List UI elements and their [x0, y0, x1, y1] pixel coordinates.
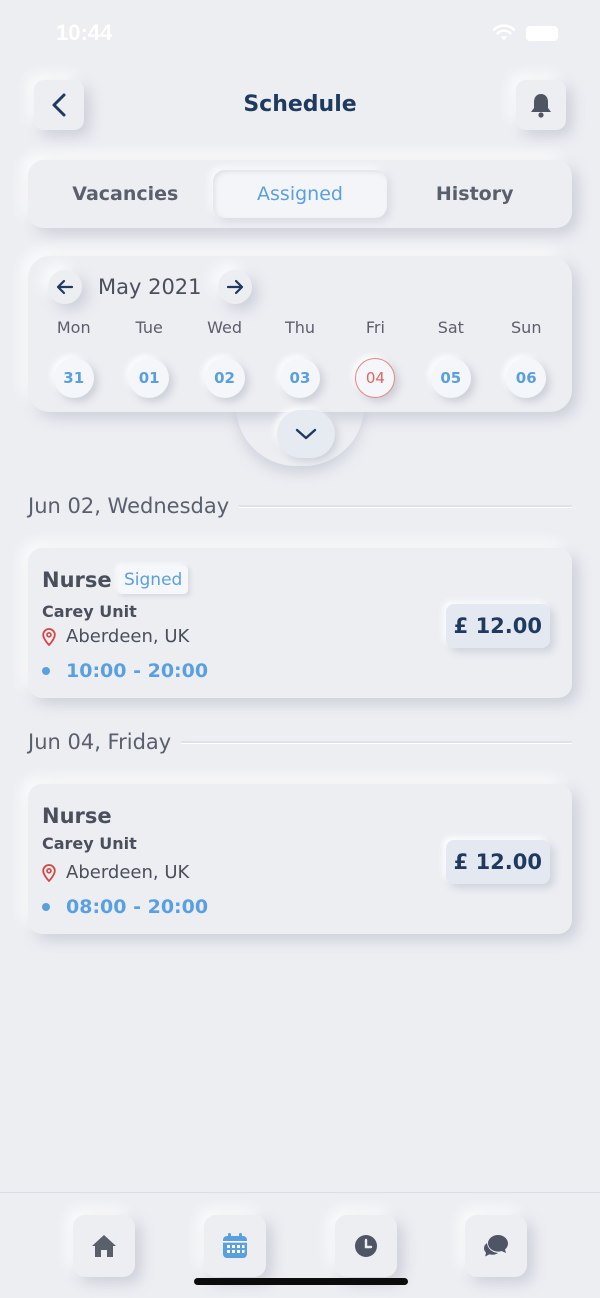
day-name: Thu [284, 318, 315, 337]
section-date-title: Jun 04, Friday [28, 730, 172, 754]
day-name: Tue [135, 318, 163, 337]
day-list: Mon 31 Tue 01 Wed 02 Thu 03 Fri 04 Sat 0… [28, 318, 572, 398]
price-badge: £ 12.00 [445, 840, 550, 884]
day-fri[interactable]: Fri 04 [338, 318, 413, 398]
tab-history[interactable]: History [387, 170, 562, 218]
time-dot [42, 903, 50, 911]
status-badge: Signed [118, 566, 189, 594]
bell-icon [531, 94, 551, 118]
shift-card[interactable]: Nurse Signed Carey Unit Aberdeen, UK 10:… [28, 548, 572, 698]
page-title: Schedule [243, 92, 357, 117]
divider [239, 505, 572, 507]
day-number[interactable]: 02 [204, 358, 245, 398]
location-text: Aberdeen, UK [66, 862, 190, 883]
day-number[interactable]: 03 [279, 358, 320, 398]
day-name: Wed [207, 318, 242, 337]
location-text: Aberdeen, UK [66, 626, 190, 647]
shift-time: 08:00 - 20:00 [66, 896, 209, 918]
next-month-button[interactable] [217, 270, 252, 304]
day-thu[interactable]: Thu 03 [262, 318, 337, 398]
nav-history[interactable] [335, 1215, 397, 1277]
day-number[interactable]: 05 [430, 358, 471, 398]
day-number[interactable]: 06 [506, 358, 547, 398]
wifi-icon [492, 24, 516, 41]
month-row: May 2021 [48, 270, 252, 304]
status-time: 10:44 [56, 20, 113, 45]
tab-assigned[interactable]: Assigned [212, 170, 388, 218]
nav-schedule[interactable] [204, 1215, 266, 1277]
prev-month-button[interactable] [48, 270, 82, 304]
job-title: Nurse [42, 568, 112, 592]
day-name: Sat [437, 318, 464, 337]
nav-home[interactable] [73, 1215, 135, 1277]
location-pin-icon [42, 627, 56, 646]
day-name: Mon [56, 318, 91, 337]
battery-icon [526, 25, 558, 41]
calendar-icon [223, 1233, 247, 1258]
time-row: 08:00 - 20:00 [42, 896, 208, 918]
arrow-right-icon [226, 279, 243, 295]
home-icon [92, 1235, 116, 1257]
time-row: 10:00 - 20:00 [42, 660, 208, 682]
time-dot [42, 667, 50, 675]
job-title: Nurse [42, 804, 112, 828]
nav-messages[interactable] [465, 1215, 527, 1277]
day-tue[interactable]: Tue 01 [111, 318, 186, 398]
home-indicator [194, 1278, 408, 1285]
schedule-tabs: Vacancies Assigned History [28, 160, 572, 228]
location-row: Aberdeen, UK [42, 626, 189, 647]
unit-name: Carey Unit [42, 834, 137, 853]
month-label: May 2021 [98, 275, 202, 299]
price-badge: £ 12.00 [445, 604, 550, 648]
section-date-title: Jun 02, Wednesday [28, 494, 230, 518]
day-mon[interactable]: Mon 31 [36, 318, 111, 398]
location-pin-icon [42, 863, 56, 882]
notifications-button[interactable] [516, 80, 566, 130]
week-calendar: May 2021 Mon 31 Tue 01 Wed 02 Thu 03 Fri… [28, 256, 572, 412]
header: Schedule [0, 80, 600, 134]
day-number-selected[interactable]: 04 [355, 358, 396, 398]
location-row: Aberdeen, UK [42, 862, 189, 883]
arrow-left-icon [56, 279, 74, 295]
chevron-down-icon [295, 428, 317, 440]
day-sun[interactable]: Sun 06 [489, 318, 564, 398]
date-section-header: Jun 02, Wednesday [28, 494, 572, 518]
clock-icon [355, 1235, 377, 1257]
day-name: Sun [511, 318, 542, 337]
day-sat[interactable]: Sat 05 [413, 318, 488, 398]
unit-name: Carey Unit [42, 602, 137, 621]
status-bar: 10:44 [0, 0, 600, 70]
date-section-header: Jun 04, Friday [28, 730, 572, 754]
chat-icon [484, 1235, 508, 1257]
expand-calendar-button[interactable] [277, 410, 335, 458]
day-number[interactable]: 01 [129, 358, 170, 398]
day-name: Fri [365, 318, 385, 337]
day-number[interactable]: 31 [53, 358, 94, 398]
tab-vacancies[interactable]: Vacancies [38, 170, 213, 218]
shift-time: 10:00 - 20:00 [66, 660, 209, 682]
status-icons [492, 24, 558, 42]
divider [181, 741, 572, 743]
shift-card[interactable]: Nurse Carey Unit Aberdeen, UK 08:00 - 20… [28, 784, 572, 934]
day-wed[interactable]: Wed 02 [187, 318, 262, 398]
